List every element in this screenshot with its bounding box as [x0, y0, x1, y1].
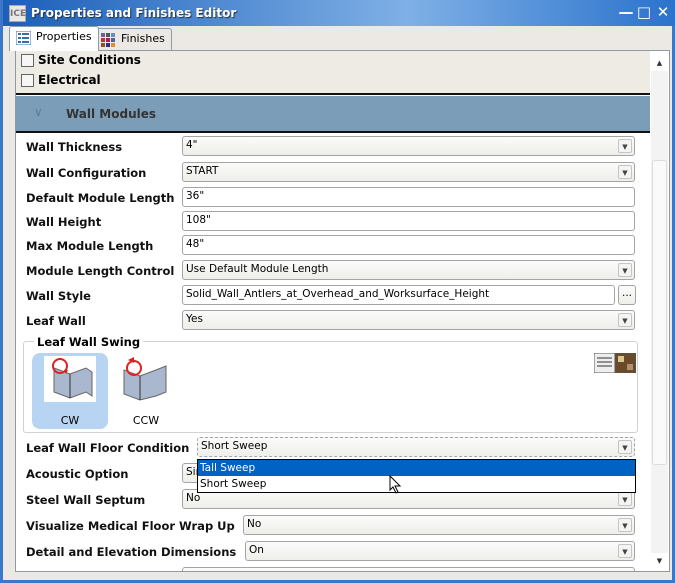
editor-window: ICE Properties and Finishes Editor — □ ✕… — [0, 0, 675, 583]
dropdown-option-tall-sweep[interactable]: Tall Sweep — [198, 460, 635, 476]
electrical-checkbox[interactable] — [21, 74, 34, 87]
wall-configuration-value: START — [186, 165, 219, 177]
wall-style-input[interactable]: Solid_Wall_Antlers_at_Overhead_and_Works… — [182, 285, 615, 305]
chevron-down-icon: ▼ — [618, 139, 632, 153]
mouse-cursor-icon — [389, 475, 402, 494]
detail-and-elevation-dimensions-value: On — [249, 544, 264, 556]
chevron-down-icon: ∨ — [34, 105, 43, 119]
module-length-control-select[interactable]: Use Default Module Length ▼ — [182, 260, 635, 280]
steel-wall-septum-label: Steel Wall Septum — [26, 493, 146, 507]
category-list: Site Conditions Electrical — [16, 51, 650, 95]
vertical-scrollbar[interactable]: ▲ ▼ — [651, 55, 668, 569]
visualize-medical-floor-wrap-up-select[interactable]: No ▼ — [243, 515, 635, 535]
wall-thickness-value: 4" — [186, 139, 198, 151]
leaf-wall-select[interactable]: Yes ▼ — [182, 310, 635, 330]
module-length-control-label: Module Length Control — [26, 264, 175, 278]
wall-style-label: Wall Style — [26, 289, 91, 303]
wall-style-value: Solid_Wall_Antlers_at_Overhead_and_Works… — [186, 288, 490, 300]
site-conditions-label: Site Conditions — [38, 53, 141, 67]
chevron-down-icon: ▼ — [618, 263, 632, 277]
cw-swing-icon — [44, 356, 96, 402]
chevron-down-icon: ▼ — [618, 492, 632, 506]
detail-and-elevation-dimensions-label: Detail and Elevation Dimensions — [26, 545, 237, 559]
list-thumbnail-toggle-icon[interactable] — [594, 353, 636, 373]
leaf-wall-floor-condition-label: Leaf Wall Floor Condition — [26, 441, 190, 455]
leaf-wall-label: Leaf Wall — [26, 314, 86, 328]
tab-label: Finishes — [121, 32, 165, 45]
wall-thickness-select[interactable]: 4" ▼ — [182, 136, 635, 156]
wall-configuration-label: Wall Configuration — [26, 166, 147, 180]
visualize-medical-floor-wrap-up-label: Visualize Medical Floor Wrap Up — [26, 519, 235, 533]
dropdown-option-short-sweep[interactable]: Short Sweep — [198, 476, 635, 492]
option-label: CW — [60, 414, 80, 427]
scroll-down-button[interactable]: ▼ — [651, 553, 668, 569]
max-module-length-input[interactable]: 48" — [182, 235, 635, 255]
module-length-control-value: Use Default Module Length — [186, 263, 329, 275]
list-icon — [16, 31, 31, 45]
site-conditions-checkbox[interactable] — [21, 54, 34, 67]
tab-properties[interactable]: Properties — [9, 26, 99, 51]
max-module-length-label: Max Module Length — [26, 239, 154, 253]
chevron-down-icon: ▼ — [618, 313, 632, 327]
leaf-wall-value: Yes — [186, 313, 203, 325]
steel-wall-septum-value: No — [186, 492, 201, 504]
option-label: CCW — [132, 414, 160, 427]
color-grid-icon — [101, 33, 115, 47]
swing-option-ccw[interactable]: CCW — [108, 353, 184, 429]
wall-thickness-label: Wall Thickness — [26, 140, 123, 154]
leaf-wall-floor-condition-value: Short Sweep — [201, 440, 268, 452]
visualize-medical-floor-wrap-up-value: No — [247, 518, 262, 530]
wall-configuration-select[interactable]: START ▼ — [182, 162, 635, 182]
default-module-length-label: Default Module Length — [26, 191, 175, 205]
leaf-wall-floor-condition-select[interactable]: Short Sweep ▼ — [197, 437, 635, 457]
max-module-length-value: 48" — [186, 238, 205, 250]
window-title: Properties and Finishes Editor — [31, 6, 237, 20]
browse-button[interactable]: ... — [618, 285, 636, 305]
floor-condition-dropdown-list: Tall Sweep Short Sweep — [197, 459, 636, 493]
chevron-down-icon: ▼ — [618, 544, 632, 558]
section-title: Wall Modules — [66, 107, 157, 121]
electrical-label: Electrical — [38, 73, 101, 87]
ccw-swing-icon — [123, 357, 167, 401]
detail-and-elevation-dimensions-select[interactable]: On ▼ — [245, 541, 635, 561]
swing-option-cw[interactable]: CW — [32, 353, 108, 429]
tab-finishes[interactable]: Finishes — [94, 28, 172, 51]
wall-height-input[interactable]: 108" — [182, 211, 635, 231]
app-icon: ICE — [9, 5, 26, 22]
chevron-down-icon: ▼ — [618, 165, 632, 179]
partial-field[interactable] — [182, 567, 635, 571]
properties-panel: Site Conditions Electrical ∨ Wall Module… — [15, 50, 670, 572]
acoustic-option-label: Acoustic Option — [26, 467, 129, 481]
tab-label: Properties — [36, 30, 92, 43]
minimize-button[interactable]: — — [617, 3, 635, 21]
scroll-up-button[interactable]: ▲ — [651, 55, 668, 71]
wall-height-value: 108" — [186, 214, 211, 226]
wall-modules-header[interactable]: ∨ Wall Modules — [16, 96, 650, 133]
maximize-button[interactable]: □ — [635, 3, 653, 21]
scrollbar-thumb[interactable] — [652, 160, 667, 465]
group-title: Leaf Wall Swing — [34, 335, 144, 349]
title-bar: ICE Properties and Finishes Editor — □ ✕ — [3, 0, 675, 26]
chevron-down-icon: ▼ — [618, 518, 632, 532]
default-module-length-value: 36" — [186, 190, 205, 202]
wall-height-label: Wall Height — [26, 215, 102, 229]
chevron-down-icon: ▼ — [618, 440, 632, 454]
close-button[interactable]: ✕ — [654, 3, 672, 21]
default-module-length-input[interactable]: 36" — [182, 187, 635, 207]
